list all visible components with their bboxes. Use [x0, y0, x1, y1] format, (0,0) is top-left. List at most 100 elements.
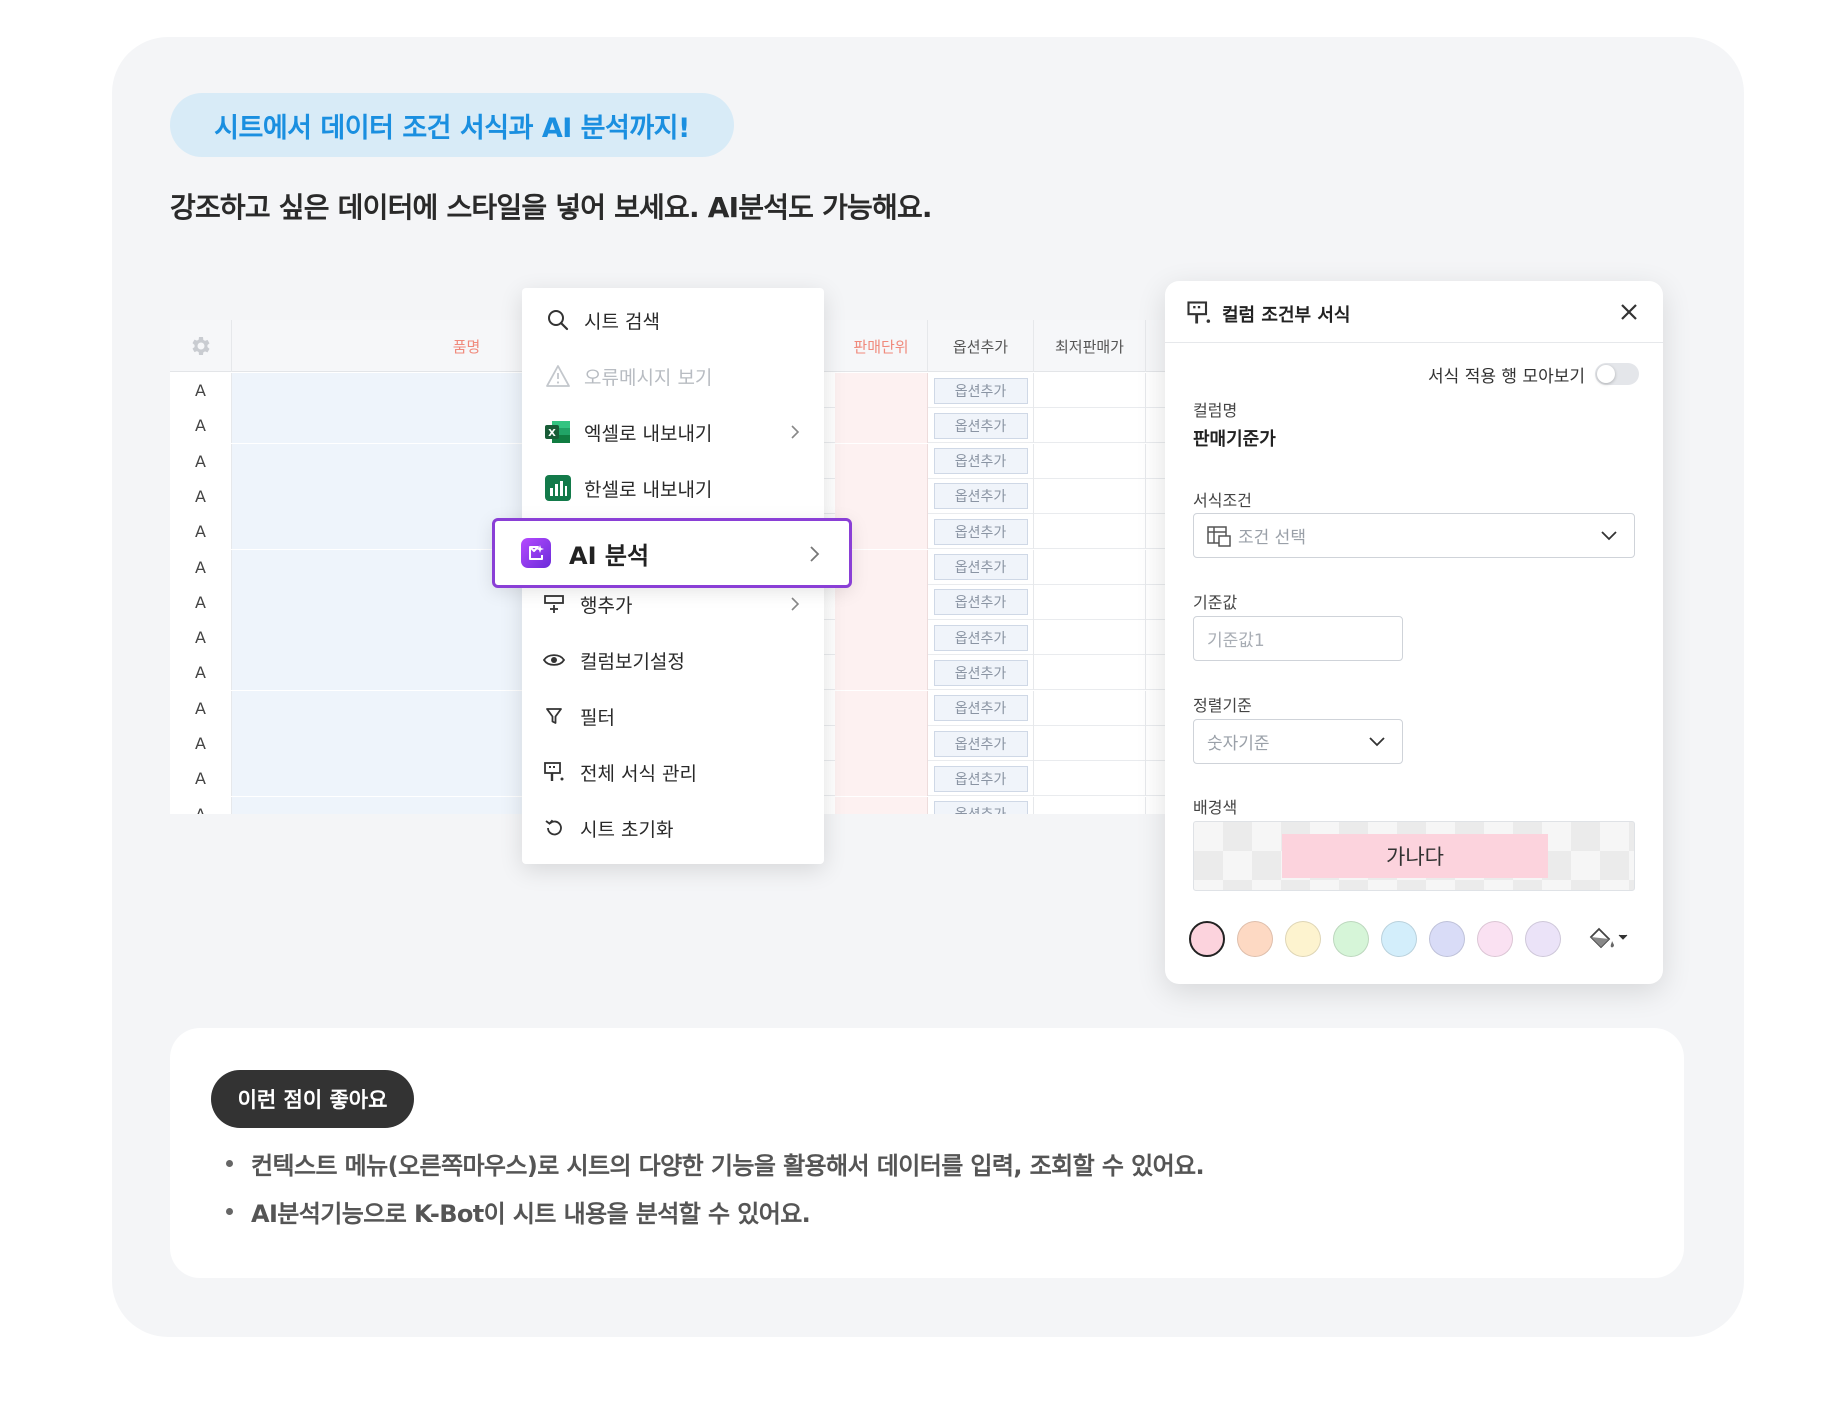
cell-min-price[interactable] [1034, 655, 1146, 691]
cell-unit[interactable] [835, 584, 928, 620]
condition-label: 서식조건 [1193, 491, 1252, 510]
cell-option: 옵션추가 [928, 761, 1034, 797]
color-swatch[interactable] [1189, 921, 1225, 957]
menu-item-reset-sheet[interactable]: 시트 초기화 [522, 800, 824, 856]
cell-unit[interactable] [835, 620, 928, 656]
menu-item-export-excel[interactable]: X 엑셀로 내보내기 [522, 404, 824, 460]
cell-min-price[interactable] [1034, 478, 1146, 514]
color-swatch[interactable] [1525, 921, 1561, 957]
row-label[interactable]: A [170, 620, 232, 656]
option-add-button[interactable]: 옵션추가 [933, 554, 1028, 580]
cell-unit[interactable] [835, 478, 928, 514]
row-label[interactable]: A [170, 408, 232, 444]
option-add-button[interactable]: 옵션추가 [933, 624, 1028, 651]
row-label[interactable]: A [170, 726, 232, 761]
row-label[interactable]: A [170, 478, 232, 514]
menu-item-ai-analysis[interactable]: AI 분석 [492, 518, 852, 588]
option-add-button[interactable]: 옵션추가 [933, 377, 1028, 404]
row-label[interactable]: A [170, 514, 232, 550]
benefit-text: AI분석기능으로 K-Bot이 시트 내용을 분석할 수 있어요. [251, 1200, 811, 1228]
row-label[interactable]: A [170, 796, 232, 814]
color-swatch[interactable] [1477, 921, 1513, 957]
gear-icon [192, 337, 210, 355]
option-add-button[interactable]: 옵션추가 [933, 801, 1028, 814]
menu-item-column-view-settings[interactable]: 컬럼보기설정 [522, 632, 824, 688]
cell-min-price[interactable] [1034, 726, 1146, 761]
cell-unit[interactable] [835, 726, 928, 761]
menu-item-label: 시트 검색 [584, 310, 660, 333]
bullet-dot [226, 1160, 233, 1167]
row-label[interactable]: A [170, 690, 232, 726]
search-icon [544, 306, 572, 334]
color-swatch[interactable] [1429, 921, 1465, 957]
option-add-button[interactable]: 옵션추가 [933, 483, 1028, 510]
cell-min-price[interactable] [1034, 549, 1146, 585]
option-add-button[interactable]: 옵션추가 [933, 659, 1028, 686]
menu-item-format-management[interactable]: 전체 서식 관리 [522, 744, 824, 800]
chevron-down-icon [1369, 737, 1385, 747]
toggle-knob [1597, 365, 1615, 383]
column-header-unit[interactable]: 판매단위 [835, 320, 928, 372]
cell-unit[interactable] [835, 796, 928, 814]
paint-bucket-icon[interactable] [1587, 925, 1631, 953]
option-add-button[interactable]: 옵션추가 [933, 412, 1028, 439]
ai-icon [521, 538, 551, 568]
sort-value: 숫자기준 [1207, 734, 1270, 754]
row-label[interactable]: A [170, 443, 232, 479]
cell-min-price[interactable] [1034, 690, 1146, 726]
sort-label: 정렬기준 [1193, 696, 1252, 715]
bg-color-label: 배경색 [1193, 798, 1238, 817]
sort-select[interactable]: 숫자기준 [1193, 719, 1403, 764]
menu-item-filter[interactable]: 필터 [522, 688, 824, 744]
chevron-down-icon [1601, 531, 1617, 541]
color-swatch[interactable] [1333, 921, 1369, 957]
option-add-button[interactable]: 옵션추가 [933, 730, 1028, 757]
menu-item-sheet-search[interactable]: 시트 검색 [522, 292, 824, 348]
menu-item-label: 시트 초기화 [580, 818, 674, 841]
option-add-button[interactable]: 옵션추가 [933, 589, 1028, 616]
cell-min-price[interactable] [1034, 620, 1146, 656]
option-add-button[interactable]: 옵션추가 [933, 448, 1028, 475]
cell-option: 옵션추가 [928, 796, 1034, 814]
cell-unit[interactable] [835, 761, 928, 797]
option-add-button[interactable]: 옵션추가 [933, 765, 1028, 792]
cell-min-price[interactable] [1034, 408, 1146, 444]
column-header-option[interactable]: 옵션추가 [928, 320, 1034, 372]
cell-unit[interactable] [835, 373, 928, 408]
excel-icon: X [544, 418, 572, 446]
row-label[interactable]: A [170, 549, 232, 585]
sheet-settings-cell[interactable] [170, 320, 232, 372]
color-swatch[interactable] [1381, 921, 1417, 957]
group-rows-toggle[interactable] [1595, 363, 1639, 385]
row-label[interactable]: A [170, 584, 232, 620]
cell-min-price[interactable] [1034, 373, 1146, 408]
cell-unit[interactable] [835, 443, 928, 479]
condition-select[interactable]: 조건 선택 [1193, 513, 1635, 558]
cell-unit[interactable] [835, 690, 928, 726]
cell-unit[interactable] [835, 655, 928, 691]
cell-min-price[interactable] [1034, 796, 1146, 814]
base-value-input[interactable]: 기준값1 [1193, 616, 1403, 661]
bg-color-preview: 가나다 [1193, 821, 1635, 891]
color-swatch[interactable] [1285, 921, 1321, 957]
option-add-button[interactable]: 옵션추가 [933, 695, 1028, 722]
bullet-dot [226, 1208, 233, 1215]
cell-min-price[interactable] [1034, 584, 1146, 620]
menu-item-error-messages[interactable]: 오류메시지 보기 [522, 348, 824, 404]
chevron-right-icon [810, 546, 820, 562]
color-swatch[interactable] [1237, 921, 1273, 957]
menu-item-export-hancell[interactable]: 한셀로 내보내기 [522, 460, 824, 516]
menu-item-label: 행추가 [580, 594, 633, 617]
column-header-min-price[interactable]: 최저판매가 [1034, 320, 1146, 372]
cell-option: 옵션추가 [928, 655, 1034, 691]
row-label[interactable]: A [170, 373, 232, 408]
cell-min-price[interactable] [1034, 761, 1146, 797]
cell-unit[interactable] [835, 408, 928, 444]
row-label[interactable]: A [170, 761, 232, 797]
row-label[interactable]: A [170, 655, 232, 691]
close-icon[interactable] [1617, 300, 1641, 324]
cell-min-price[interactable] [1034, 514, 1146, 550]
cell-min-price[interactable] [1034, 443, 1146, 479]
condition-placeholder: 조건 선택 [1238, 528, 1306, 548]
option-add-button[interactable]: 옵션추가 [933, 518, 1028, 545]
